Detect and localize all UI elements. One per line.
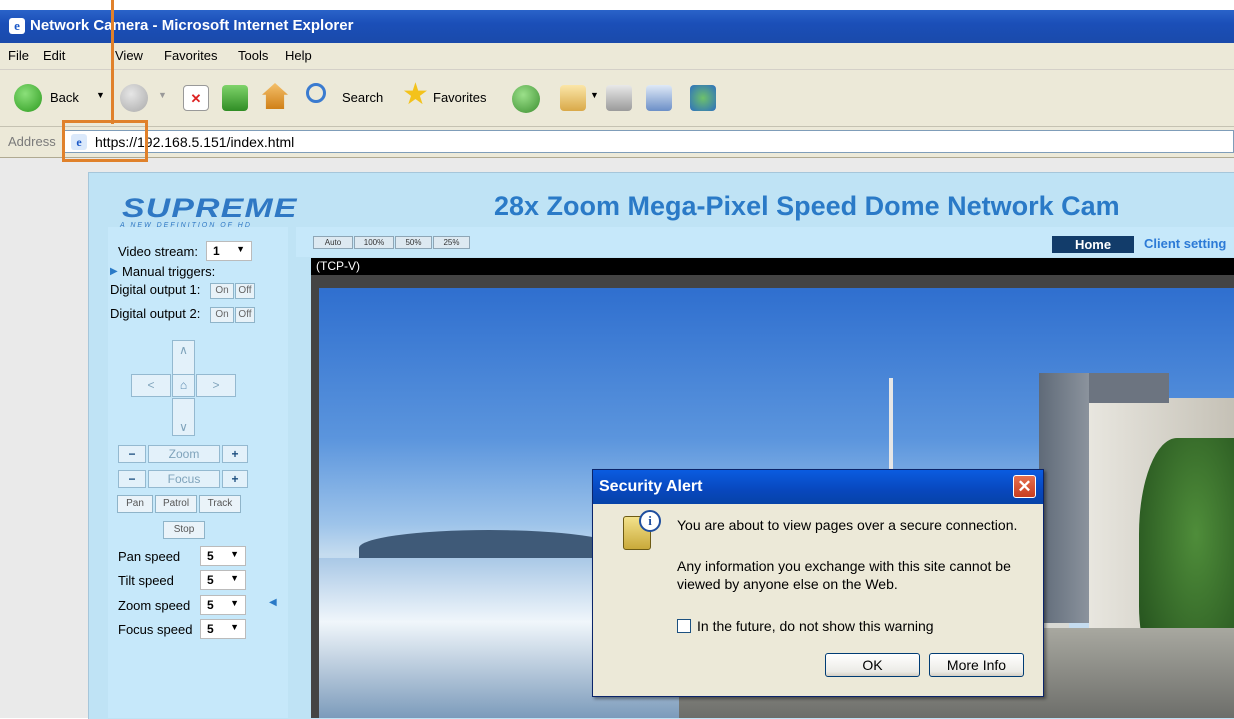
- chevron-down-icon: ▼: [236, 244, 245, 254]
- tilt-speed-label: Tilt speed: [118, 573, 174, 588]
- security-alert-dialog: Security Alert ✕ i You are about to view…: [592, 469, 1044, 697]
- nav-client-settings[interactable]: Client setting: [1144, 236, 1226, 251]
- callout-pointer-line: [111, 0, 114, 124]
- pan-button[interactable]: Pan: [117, 495, 153, 513]
- back-button-label[interactable]: Back: [50, 90, 79, 105]
- do-not-show-label[interactable]: In the future, do not show this warning: [697, 618, 934, 634]
- pan-right-button[interactable]: >: [196, 374, 236, 397]
- info-icon: i: [639, 510, 661, 532]
- output2-on-button[interactable]: On: [210, 307, 234, 323]
- tilt-speed-select[interactable]: 5 ▼: [200, 570, 246, 590]
- back-dropdown-icon[interactable]: ▼: [96, 90, 105, 100]
- size-100-button[interactable]: 100%: [354, 236, 394, 249]
- zoom-in-button[interactable]: +: [222, 445, 248, 463]
- supreme-logo: SUPREME: [122, 193, 298, 223]
- more-info-button[interactable]: More Info: [929, 653, 1024, 677]
- search-icon[interactable]: [306, 83, 326, 103]
- tilt-up-button[interactable]: ∧: [172, 340, 195, 375]
- address-bar: Address e https://192.168.5.151/index.ht…: [0, 127, 1234, 158]
- size-auto-button[interactable]: Auto: [313, 236, 353, 249]
- output1-off-button[interactable]: Off: [235, 283, 255, 299]
- menu-bar: File Edit View Favorites Tools Help: [0, 43, 1234, 70]
- search-button-label[interactable]: Search: [342, 90, 383, 105]
- ok-button[interactable]: OK: [825, 653, 920, 677]
- edit-icon[interactable]: [646, 85, 672, 111]
- refresh-icon[interactable]: [222, 85, 248, 111]
- callout-highlight-box: [62, 120, 148, 162]
- focus-near-button[interactable]: −: [118, 470, 146, 488]
- messenger-icon[interactable]: [690, 85, 716, 111]
- home-icon[interactable]: [262, 83, 288, 109]
- dialog-message-line2b: viewed by anyone else on the Web.: [677, 576, 898, 592]
- manual-triggers-label[interactable]: Manual triggers:: [122, 264, 215, 279]
- page-title: 28x Zoom Mega-Pixel Speed Dome Network C…: [494, 191, 1120, 221]
- forward-dropdown-icon[interactable]: ▼: [158, 90, 167, 100]
- track-button[interactable]: Track: [199, 495, 241, 513]
- zoom-out-button[interactable]: −: [118, 445, 146, 463]
- stream-protocol-label: (TCP-V): [316, 259, 360, 273]
- video-stream-select[interactable]: 1 ▼: [206, 241, 252, 261]
- dialog-titlebar[interactable]: Security Alert ✕: [593, 470, 1043, 504]
- expand-triangle-icon[interactable]: ▶: [110, 266, 118, 277]
- menu-favorites[interactable]: Favorites: [164, 48, 217, 63]
- window-title: Network Camera - Microsoft Internet Expl…: [30, 17, 354, 34]
- focus-speed-select[interactable]: 5 ▼: [200, 619, 246, 639]
- chevron-down-icon: ▼: [230, 549, 239, 559]
- chevron-down-icon: ▼: [230, 573, 239, 583]
- dialog-message-line2a: Any information you exchange with this s…: [677, 558, 1011, 574]
- stream-status-bar: [311, 258, 1234, 275]
- output1-on-button[interactable]: On: [210, 283, 234, 299]
- pan-speed-label: Pan speed: [118, 549, 181, 564]
- menu-view[interactable]: View: [115, 48, 143, 63]
- zoom-speed-select[interactable]: 5 ▼: [200, 595, 246, 615]
- building-top: [1089, 373, 1169, 403]
- toolbar: Back ▼ ▼ ✕ Search ★ Favorites ▼: [0, 70, 1234, 127]
- tilt-down-button[interactable]: ∨: [172, 398, 195, 436]
- address-label: Address: [8, 134, 56, 149]
- size-50-button[interactable]: 50%: [395, 236, 432, 249]
- menu-tools[interactable]: Tools: [238, 48, 268, 63]
- dialog-message-line1: You are about to view pages over a secur…: [677, 517, 1018, 533]
- collapse-panel-icon[interactable]: ◀: [269, 597, 277, 608]
- pan-speed-select[interactable]: 5 ▼: [200, 546, 246, 566]
- history-icon[interactable]: [512, 85, 540, 113]
- menu-file[interactable]: File: [8, 48, 29, 63]
- print-icon[interactable]: [606, 85, 632, 111]
- output2-off-button[interactable]: Off: [235, 307, 255, 323]
- stop-icon[interactable]: ✕: [183, 85, 209, 111]
- crane-mast: [889, 378, 893, 478]
- window-titlebar[interactable]: e Network Camera - Microsoft Internet Ex…: [0, 10, 1234, 43]
- mail-icon[interactable]: [560, 85, 586, 111]
- digital-output-1-label: Digital output 1:: [110, 282, 201, 297]
- back-arrow-icon[interactable]: [14, 84, 42, 112]
- nav-home[interactable]: Home: [1052, 236, 1134, 253]
- favorites-star-icon[interactable]: ★: [402, 80, 429, 110]
- address-input[interactable]: e https://192.168.5.151/index.html: [64, 130, 1234, 153]
- favorites-button-label[interactable]: Favorites: [433, 90, 486, 105]
- dialog-title: Security Alert: [599, 478, 703, 495]
- menu-edit[interactable]: Edit: [43, 48, 65, 63]
- focus-far-button[interactable]: +: [222, 470, 248, 488]
- chevron-down-icon: ▼: [230, 598, 239, 608]
- dialog-close-button[interactable]: ✕: [1013, 475, 1036, 498]
- do-not-show-checkbox[interactable]: [677, 619, 691, 633]
- digital-output-2-label: Digital output 2:: [110, 306, 201, 321]
- ie-logo-icon: e: [9, 18, 25, 34]
- zoom-speed-label: Zoom speed: [118, 598, 191, 613]
- pan-left-button[interactable]: <: [131, 374, 171, 397]
- patrol-button[interactable]: Patrol: [155, 495, 197, 513]
- chevron-down-icon: ▼: [230, 622, 239, 632]
- zoom-label: Zoom: [148, 445, 220, 463]
- forward-arrow-icon[interactable]: [120, 84, 148, 112]
- focus-speed-label: Focus speed: [118, 622, 193, 637]
- mail-dropdown-icon[interactable]: ▼: [590, 90, 599, 100]
- size-25-button[interactable]: 25%: [433, 236, 470, 249]
- video-stream-label: Video stream:: [118, 244, 198, 259]
- home-position-icon[interactable]: ⌂: [172, 374, 195, 397]
- focus-label: Focus: [148, 470, 220, 488]
- menu-help[interactable]: Help: [285, 48, 312, 63]
- stop-button[interactable]: Stop: [163, 521, 205, 539]
